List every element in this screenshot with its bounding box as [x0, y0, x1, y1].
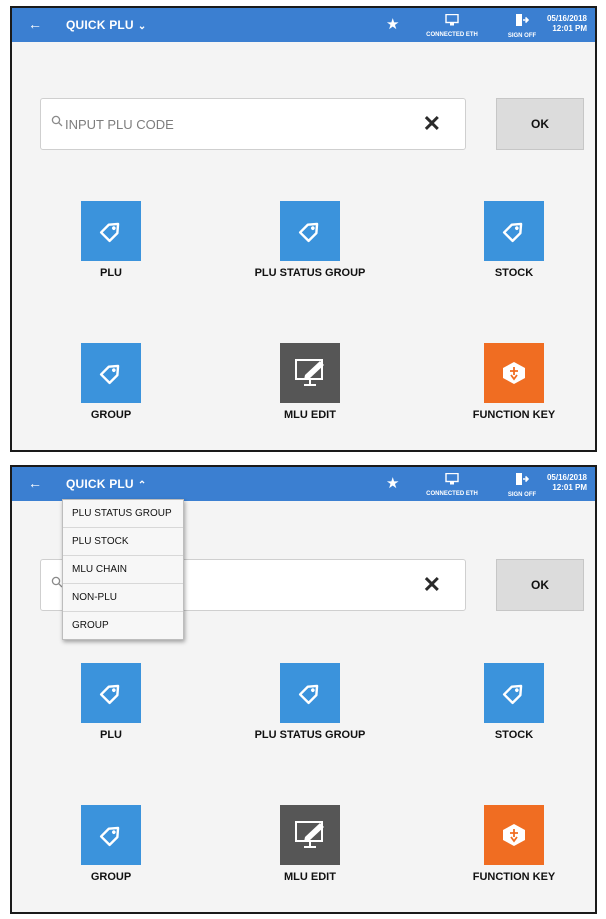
title-label: QUICK PLU — [66, 477, 134, 491]
sign-off-icon — [516, 14, 530, 26]
connection-label: CONNECTED ETH — [426, 32, 478, 38]
chevron-up-icon: ⌃ — [137, 480, 147, 491]
top-bar: ← QUICK PLU ⌃ ★ CONNECTED ETH SIGN OFF 05… — [12, 467, 595, 501]
price-tag-icon — [484, 663, 544, 723]
dropdown-item-plu-stock[interactable]: PLU STOCK — [63, 528, 183, 556]
title-label: QUICK PLU — [66, 18, 134, 32]
tile-label: STOCK — [494, 729, 534, 741]
tile-mlu-edit[interactable]: MLU EDIT — [235, 343, 385, 421]
monitor-edit-icon — [280, 805, 340, 865]
tile-stock[interactable]: STOCK — [439, 663, 589, 741]
dropdown-item-group[interactable]: GROUP — [63, 612, 183, 639]
network-icon — [445, 13, 459, 26]
tile-label: PLU — [100, 729, 122, 741]
tile-label: STOCK — [494, 267, 534, 279]
tile-plu[interactable]: PLU — [36, 201, 186, 279]
tile-label: PLU — [100, 267, 122, 279]
star-icon[interactable]: ★ — [386, 474, 399, 492]
tile-plu-status-group[interactable]: PLU STATUS GROUP — [235, 663, 385, 741]
tile-plu[interactable]: PLU — [36, 663, 186, 741]
close-icon[interactable]: ✕ — [423, 111, 441, 137]
price-tag-icon — [81, 201, 141, 261]
price-tag-icon — [81, 343, 141, 403]
top-bar: ← QUICK PLU ⌄ ★ CONNECTED ETH SIGN OFF 05… — [12, 8, 595, 42]
close-icon[interactable]: ✕ — [423, 572, 441, 598]
back-arrow-icon[interactable]: ← — [28, 16, 42, 32]
plu-search-input[interactable]: INPUT PLU CODE ✕ — [40, 98, 466, 150]
search-placeholder: INPUT PLU CODE — [65, 117, 174, 132]
connection-label: CONNECTED ETH — [426, 491, 478, 497]
date: 05/16/2018 — [546, 14, 587, 23]
tile-mlu-edit[interactable]: MLU EDIT — [235, 805, 385, 883]
function-key-icon — [484, 805, 544, 865]
network-icon — [445, 472, 459, 485]
quick-plu-dropdown: PLU STATUS GROUP PLU STOCK MLU CHAIN NON… — [62, 499, 184, 640]
sign-off-label: SIGN OFF — [507, 492, 537, 498]
ok-button[interactable]: OK — [496, 98, 584, 150]
tile-plu-status-group[interactable]: PLU STATUS GROUP — [235, 201, 385, 279]
function-key-icon — [484, 343, 544, 403]
price-tag-icon — [280, 201, 340, 261]
quick-plu-menu[interactable]: QUICK PLU ⌄ — [66, 18, 146, 32]
chevron-down-icon: ⌄ — [137, 21, 147, 32]
connection-status: CONNECTED ETH — [423, 472, 481, 497]
tile-label: MLU EDIT — [284, 409, 336, 421]
time: 12:01 PM — [552, 483, 587, 492]
tile-label: PLU STATUS GROUP — [254, 267, 366, 279]
back-arrow-icon[interactable]: ← — [28, 475, 42, 491]
tile-function-key[interactable]: FUNCTION KEY — [439, 805, 589, 883]
price-tag-icon — [81, 805, 141, 865]
quick-plu-menu[interactable]: QUICK PLU ⌃ — [66, 477, 146, 491]
tile-function-key[interactable]: FUNCTION KEY — [439, 343, 589, 421]
date-time: 05/16/2018 12:01 PM — [547, 473, 587, 493]
date: 05/16/2018 — [546, 473, 587, 482]
dropdown-item-non-plu[interactable]: NON-PLU — [63, 584, 183, 612]
tile-label: GROUP — [90, 409, 132, 421]
price-tag-icon — [484, 201, 544, 261]
connection-status: CONNECTED ETH — [423, 13, 481, 38]
dropdown-item-plu-status-group[interactable]: PLU STATUS GROUP — [63, 500, 183, 528]
sign-off-button[interactable]: SIGN OFF — [500, 13, 544, 39]
tile-label: FUNCTION KEY — [472, 871, 556, 883]
tile-label: GROUP — [90, 871, 132, 883]
sign-off-button[interactable]: SIGN OFF — [500, 472, 544, 498]
tile-label: PLU STATUS GROUP — [254, 729, 366, 741]
star-icon[interactable]: ★ — [386, 15, 399, 33]
quick-plu-screen: ← QUICK PLU ⌄ ★ CONNECTED ETH SIGN OFF 05… — [10, 6, 597, 452]
tile-group[interactable]: GROUP — [36, 343, 186, 421]
tile-label: MLU EDIT — [284, 871, 336, 883]
tile-group[interactable]: GROUP — [36, 805, 186, 883]
tile-stock[interactable]: STOCK — [439, 201, 589, 279]
dropdown-item-mlu-chain[interactable]: MLU CHAIN — [63, 556, 183, 584]
search-icon — [51, 115, 63, 127]
sign-off-label: SIGN OFF — [507, 33, 537, 39]
sign-off-icon — [516, 473, 530, 485]
time: 12:01 PM — [552, 24, 587, 33]
quick-plu-screen-dropdown: ← QUICK PLU ⌃ ★ CONNECTED ETH SIGN OFF 05… — [10, 465, 597, 914]
monitor-edit-icon — [280, 343, 340, 403]
price-tag-icon — [81, 663, 141, 723]
price-tag-icon — [280, 663, 340, 723]
tile-label: FUNCTION KEY — [472, 409, 556, 421]
ok-button[interactable]: OK — [496, 559, 584, 611]
date-time: 05/16/2018 12:01 PM — [547, 14, 587, 34]
